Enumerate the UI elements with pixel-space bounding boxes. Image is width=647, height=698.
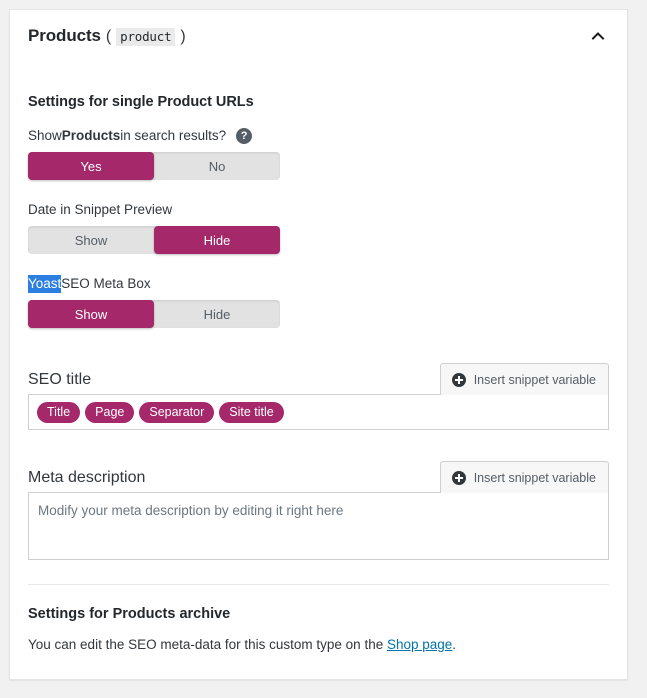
insert-snippet-variable-description-button[interactable]: Insert snippet variable xyxy=(439,461,609,493)
collapse-panel-button[interactable] xyxy=(583,21,613,51)
insert-button-label: Insert snippet variable xyxy=(473,470,596,485)
card-header: Products ( product ) xyxy=(10,10,627,62)
card-body: Settings for single Product URLs Show Pr… xyxy=(10,94,627,654)
toggle-option-yes[interactable]: Yes xyxy=(28,152,154,180)
archive-text-before: You can edit the SEO meta-data for this … xyxy=(28,637,387,652)
meta-box-label: Yoast SEO Meta Box xyxy=(28,275,609,293)
open-paren: ( xyxy=(105,28,112,45)
archive-settings-description: You can edit the SEO meta-data for this … xyxy=(28,636,609,654)
date-snippet-toggle[interactable]: Show Hide xyxy=(28,226,280,254)
snippet-variable-pill[interactable]: Site title xyxy=(219,401,284,423)
seo-title-block: SEO title Insert snippet variable Title … xyxy=(28,362,609,430)
selected-text: Yoast xyxy=(28,275,62,293)
toggle-option-hide-date[interactable]: Hide xyxy=(154,226,280,254)
toggle-option-show-date[interactable]: Show xyxy=(28,226,154,254)
label-strong: Products xyxy=(61,128,121,143)
chevron-up-icon xyxy=(591,32,605,40)
seo-title-input[interactable]: Title Page Separator Site title xyxy=(28,394,609,430)
snippet-variable-pill[interactable]: Separator xyxy=(139,401,215,423)
section-divider xyxy=(28,584,609,585)
meta-description-label: Meta description xyxy=(28,469,146,486)
seo-title-label: SEO title xyxy=(28,371,92,388)
plus-circle-icon xyxy=(451,470,466,485)
archive-settings-heading: Settings for Products archive xyxy=(28,606,231,622)
close-paren: ) xyxy=(180,28,186,45)
insert-snippet-variable-title-button[interactable]: Insert snippet variable xyxy=(439,363,609,395)
snippet-variable-pill[interactable]: Title xyxy=(37,401,81,423)
meta-box-toggle[interactable]: Show Hide xyxy=(28,300,280,328)
post-type-name: Products xyxy=(28,26,101,45)
seo-title-head: SEO title Insert snippet variable xyxy=(28,362,609,395)
post-type-settings-card: Products ( product ) Settings for single… xyxy=(9,9,628,680)
date-snippet-label: Date in Snippet Preview xyxy=(28,202,173,217)
label-suffix: in search results? xyxy=(120,128,227,143)
show-in-search-label: Show Products in search results? ? xyxy=(28,127,609,145)
meta-box-label-rest: SEO Meta Box xyxy=(61,276,151,291)
archive-text-after: . xyxy=(452,637,457,652)
meta-description-input[interactable]: Modify your meta description by editing … xyxy=(28,492,609,560)
post-type-slug: product xyxy=(116,28,176,46)
toggle-option-hide-metabox[interactable]: Hide xyxy=(154,300,280,328)
meta-description-block: Meta description Insert snippet variable… xyxy=(28,460,609,560)
meta-description-head: Meta description Insert snippet variable xyxy=(28,460,609,493)
help-icon[interactable]: ? xyxy=(236,128,253,144)
plus-circle-icon xyxy=(451,372,466,387)
toggle-option-no[interactable]: No xyxy=(154,152,280,180)
toggle-option-show-metabox[interactable]: Show xyxy=(28,300,154,328)
single-settings-heading: Settings for single Product URLs xyxy=(28,94,254,110)
page-title: Products ( product ) xyxy=(28,26,186,46)
snippet-variable-pill[interactable]: Page xyxy=(85,401,135,423)
shop-page-link[interactable]: Shop page xyxy=(387,637,452,652)
show-in-search-toggle[interactable]: Yes No xyxy=(28,152,280,180)
insert-button-label: Insert snippet variable xyxy=(473,372,596,387)
label-prefix: Show xyxy=(28,128,62,143)
